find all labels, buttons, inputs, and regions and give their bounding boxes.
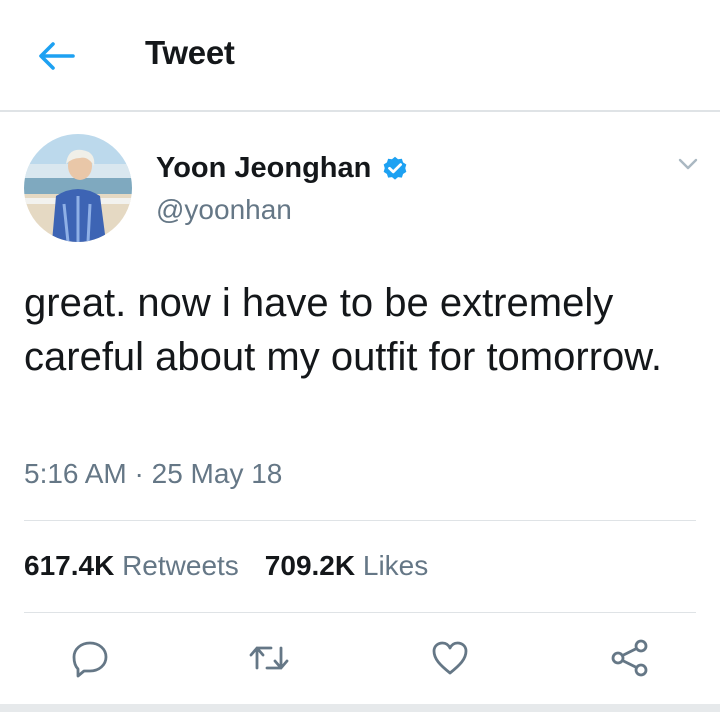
author-handle[interactable]: @yoonhan [156,194,292,226]
tweet-date: 25 May 18 [151,458,283,489]
engagement-stats: 617.4K Retweets 709.2K Likes [24,550,428,582]
like-icon [432,641,468,675]
share-button[interactable] [608,636,652,680]
likes-count: 709.2K [264,550,356,581]
tweet-timestamp[interactable]: 5:16 AM · 25 May 18 [24,458,282,490]
top-app-bar: Tweet [0,0,720,112]
chevron-down-icon [678,158,698,170]
retweets-stat[interactable]: 617.4K Retweets [24,550,239,581]
avatar[interactable] [24,134,132,242]
retweets-count: 617.4K [24,550,115,581]
retweet-icon [249,646,289,670]
arrow-left-icon [39,42,75,70]
reply-button[interactable] [68,636,112,680]
retweets-label: Retweets [122,550,239,581]
retweet-button[interactable] [247,636,291,680]
back-button[interactable] [36,38,76,74]
reply-icon [72,641,108,678]
divider [24,612,696,613]
timestamp-separator: · [134,458,144,489]
bottom-border [0,704,720,712]
like-button[interactable] [428,636,472,680]
more-options-button[interactable] [674,152,702,176]
likes-label: Likes [362,550,429,581]
tweet-time: 5:16 AM [24,458,127,489]
share-icon [611,639,648,677]
verified-badge-icon [381,155,409,183]
divider [24,520,696,521]
tweet-text: great. now i have to be extremely carefu… [24,281,663,379]
author-name-text: Yoon Jeonghan [156,152,372,184]
likes-stat[interactable]: 709.2K Likes [265,550,428,581]
author-name[interactable]: Yoon Jeonghan [156,152,409,185]
page-title: Tweet [145,34,235,71]
